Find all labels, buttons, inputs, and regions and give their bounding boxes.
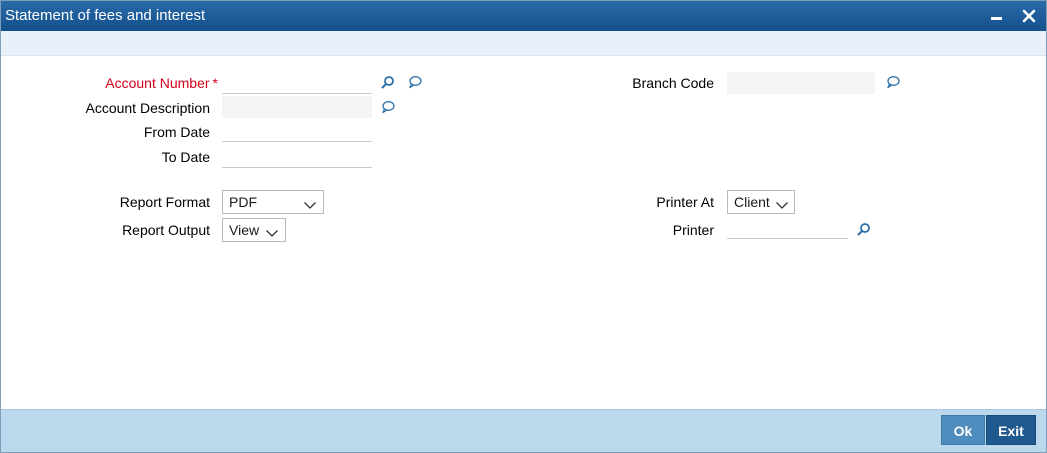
- account-number-input[interactable]: [222, 73, 372, 94]
- from-date-input[interactable]: [222, 121, 372, 142]
- account-number-label: Account Number *: [105, 75, 218, 91]
- account-description-field: [222, 96, 372, 118]
- required-marker: *: [212, 75, 218, 91]
- toolbar-strip: [1, 31, 1046, 56]
- window-title: Statement of fees and interest: [5, 7, 206, 24]
- chevron-down-icon: [265, 225, 279, 237]
- report-output-value: View: [229, 222, 260, 238]
- exit-button[interactable]: Exit: [986, 415, 1036, 445]
- to-date-label: To Date: [161, 149, 210, 165]
- close-icon[interactable]: [1018, 5, 1040, 27]
- report-format-select[interactable]: PDF: [222, 190, 324, 214]
- printer-label: Printer: [672, 222, 714, 238]
- report-output-select[interactable]: View: [222, 218, 286, 242]
- printer-at-value: Client: [734, 194, 770, 210]
- minimize-icon[interactable]: [986, 5, 1008, 27]
- chevron-down-icon: [303, 197, 317, 209]
- account-description-label: Account Description: [85, 100, 210, 116]
- to-date-input[interactable]: [222, 147, 372, 168]
- comment-bubble-icon[interactable]: [381, 100, 395, 114]
- printer-at-select[interactable]: Client: [727, 190, 795, 214]
- search-icon[interactable]: [857, 222, 871, 236]
- search-icon[interactable]: [381, 75, 395, 89]
- comment-bubble-icon[interactable]: [886, 75, 900, 89]
- dialog-window: Statement of fees and interest Account N…: [0, 0, 1047, 453]
- from-date-label: From Date: [143, 124, 210, 140]
- report-output-label: Report Output: [122, 222, 210, 238]
- ok-button[interactable]: Ok: [941, 415, 985, 445]
- chevron-down-icon: [775, 197, 789, 209]
- report-format-value: PDF: [229, 194, 257, 210]
- comment-bubble-icon[interactable]: [408, 75, 422, 89]
- report-format-label: Report Format: [119, 194, 210, 210]
- branch-code-field: [727, 72, 875, 94]
- printer-input[interactable]: [727, 218, 848, 239]
- printer-at-label: Printer At: [656, 194, 714, 210]
- footer-bar: Ok Exit: [1, 409, 1046, 452]
- title-bar: Statement of fees and interest: [1, 1, 1046, 31]
- branch-code-label: Branch Code: [632, 75, 714, 91]
- account-number-label-text: Account Number: [105, 75, 210, 91]
